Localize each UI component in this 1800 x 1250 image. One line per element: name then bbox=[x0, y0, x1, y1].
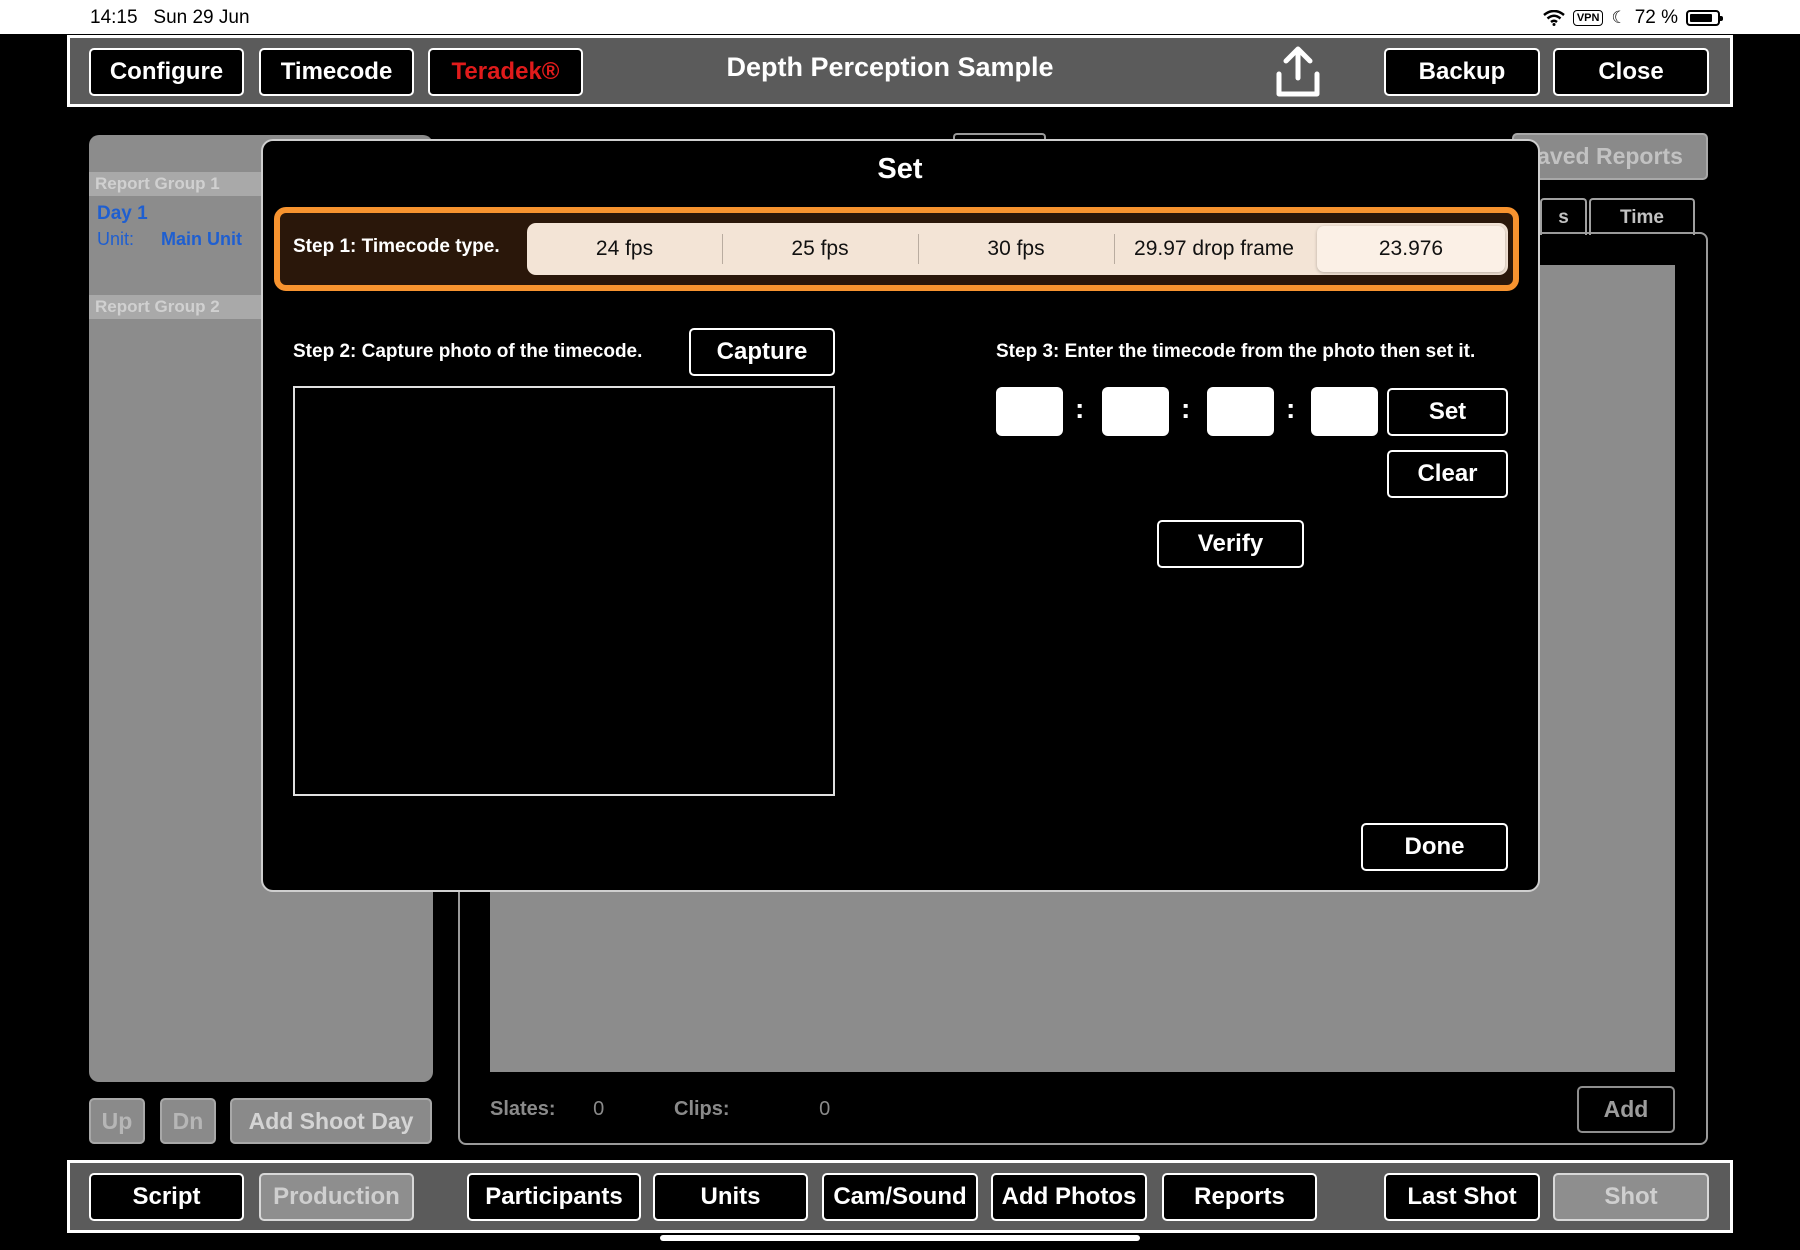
timecode-minutes-field[interactable] bbox=[1102, 387, 1169, 436]
down-button[interactable]: Dn bbox=[160, 1098, 216, 1144]
dialog-title: Set bbox=[877, 153, 923, 185]
participants-button[interactable]: Participants bbox=[467, 1173, 641, 1221]
timecode-frames-field[interactable] bbox=[1311, 387, 1378, 436]
moon-icon: ☾ bbox=[1611, 8, 1627, 27]
fps-option-2997-df[interactable]: 29.97 drop frame bbox=[1114, 223, 1314, 275]
battery-icon bbox=[1686, 10, 1723, 26]
share-upload-icon[interactable] bbox=[1273, 44, 1323, 99]
day-label: Day 1 bbox=[97, 203, 148, 224]
tab-time[interactable]: Time bbox=[1589, 198, 1695, 235]
tab-partial-label: s bbox=[1558, 206, 1569, 228]
battery-percent: 72 % bbox=[1634, 7, 1678, 28]
home-indicator bbox=[660, 1235, 1140, 1241]
status-right: VPN ☾ 72 % bbox=[1543, 7, 1723, 29]
timecode-separator: : bbox=[1286, 393, 1296, 424]
add-photos-button[interactable]: Add Photos bbox=[991, 1173, 1147, 1221]
step2-label: Step 2: Capture photo of the timecode. bbox=[293, 341, 643, 362]
status-time: 14:15 bbox=[90, 7, 138, 28]
add-shoot-day-button[interactable]: Add Shoot Day bbox=[230, 1098, 432, 1144]
report-group-1-header: Report Group 1 bbox=[89, 172, 261, 196]
capture-button[interactable]: Capture bbox=[689, 328, 835, 376]
teradek-button[interactable]: Teradek® bbox=[428, 48, 583, 96]
last-shot-button[interactable]: Last Shot bbox=[1384, 1173, 1540, 1221]
units-button[interactable]: Units bbox=[653, 1173, 808, 1221]
timecode-seconds-field[interactable] bbox=[1207, 387, 1274, 436]
clear-button[interactable]: Clear bbox=[1387, 450, 1508, 498]
report-group-2-header: Report Group 2 bbox=[89, 295, 261, 319]
saved-reports-button[interactable]: aved Reports bbox=[1512, 133, 1708, 180]
tab-partial[interactable]: s bbox=[1540, 198, 1587, 235]
unit-value: Main Unit bbox=[161, 229, 243, 249]
step1-label: Step 1: Timecode type. bbox=[293, 236, 500, 257]
backup-button[interactable]: Backup bbox=[1384, 48, 1540, 96]
unit-label: Unit: bbox=[97, 229, 135, 249]
configure-button[interactable]: Configure bbox=[89, 48, 244, 96]
set-button[interactable]: Set bbox=[1387, 388, 1508, 436]
timecode-separator: : bbox=[1075, 393, 1085, 424]
clips-count: Clips: 0 bbox=[674, 1098, 830, 1121]
shoot-day-item[interactable]: Day 1 Unit: Main Unit bbox=[97, 203, 267, 253]
verify-button[interactable]: Verify bbox=[1157, 520, 1304, 568]
vpn-badge: VPN bbox=[1572, 10, 1604, 26]
script-button[interactable]: Script bbox=[89, 1173, 244, 1221]
slates-count: Slates: 0 bbox=[490, 1098, 604, 1121]
step3-label: Step 3: Enter the timecode from the phot… bbox=[996, 341, 1476, 362]
fps-option-23976[interactable]: 23.976 bbox=[1317, 223, 1505, 275]
clips-value: 0 bbox=[819, 1098, 831, 1120]
wifi-icon bbox=[1543, 10, 1565, 26]
status-left: 14:15 Sun 29 Jun bbox=[90, 7, 250, 29]
status-date: Sun 29 Jun bbox=[153, 7, 250, 28]
up-button[interactable]: Up bbox=[89, 1098, 145, 1144]
fps-option-25[interactable]: 25 fps bbox=[722, 223, 918, 275]
slates-value: 0 bbox=[593, 1098, 605, 1120]
close-button[interactable]: Close bbox=[1553, 48, 1709, 96]
tab-time-label: Time bbox=[1619, 206, 1664, 228]
project-title: Depth Perception Sample bbox=[726, 52, 1054, 82]
status-bar: 14:15 Sun 29 Jun VPN ☾ 72 % bbox=[0, 0, 1800, 34]
clips-label: Clips: bbox=[674, 1098, 730, 1120]
shot-button[interactable]: Shot bbox=[1553, 1173, 1709, 1221]
add-button[interactable]: Add bbox=[1577, 1086, 1675, 1133]
production-button[interactable]: Production bbox=[259, 1173, 414, 1221]
timecode-hours-field[interactable] bbox=[996, 387, 1063, 436]
timecode-separator: : bbox=[1181, 393, 1191, 424]
timecode-button[interactable]: Timecode bbox=[259, 48, 414, 96]
photo-preview bbox=[293, 386, 835, 796]
slates-label: Slates: bbox=[490, 1098, 556, 1120]
fps-option-24[interactable]: 24 fps bbox=[527, 223, 722, 275]
done-button[interactable]: Done bbox=[1361, 823, 1508, 871]
fps-option-30[interactable]: 30 fps bbox=[918, 223, 1114, 275]
reports-button[interactable]: Reports bbox=[1162, 1173, 1317, 1221]
cam-sound-button[interactable]: Cam/Sound bbox=[822, 1173, 978, 1221]
